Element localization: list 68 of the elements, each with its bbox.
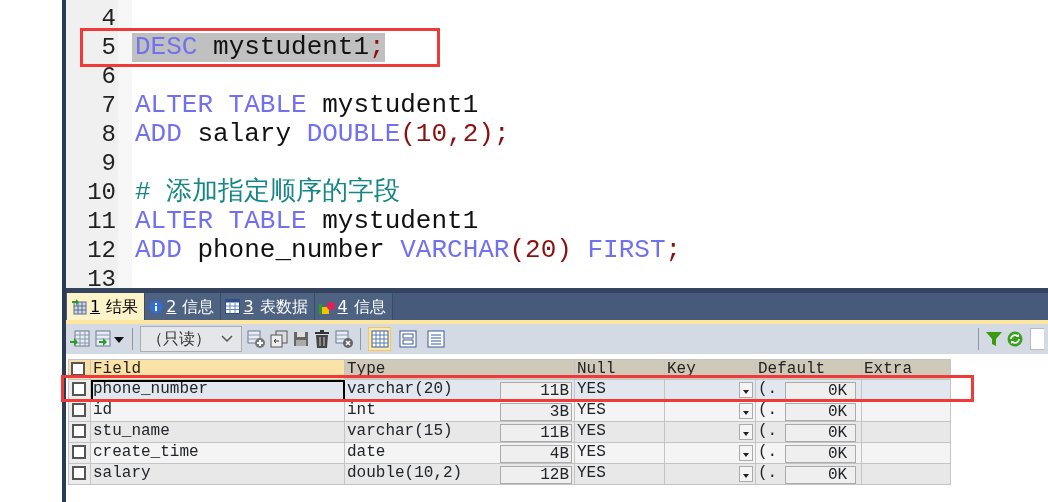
size-box: 0K: [785, 445, 857, 463]
dropdown-button[interactable]: [739, 466, 753, 482]
table-cell: varchar(20): [347, 381, 453, 400]
table-cell: varchar(15): [347, 423, 453, 442]
dropdown-button[interactable]: [739, 445, 753, 461]
result-tab[interactable]: 1 结果: [67, 293, 146, 320]
size-box: 0K: [785, 466, 857, 484]
size-box: 12B: [500, 466, 572, 484]
code-line: ALTER TABLE mystudent1: [134, 207, 479, 236]
result-tab[interactable]: 2 信息: [145, 293, 222, 320]
row-checkbox[interactable]: [72, 466, 86, 480]
dropdown-button[interactable]: [739, 403, 753, 419]
code-line: ADD phone_number VARCHAR(20) FIRST;: [134, 236, 682, 265]
dropdown-button[interactable]: [739, 382, 753, 398]
size-box: 4B: [500, 445, 572, 463]
refresh-icon[interactable]: [1007, 331, 1023, 347]
size-box: 11B: [500, 424, 572, 442]
table-cell: stu_name: [90, 421, 345, 443]
chevron-icon: [221, 335, 233, 343]
table-cell: int: [347, 402, 376, 421]
table-cell: create_time: [90, 442, 345, 464]
table-cell: (.: [758, 402, 778, 421]
code-line: # 添加指定顺序的字段: [134, 178, 401, 207]
delete-icon[interactable]: [314, 330, 330, 348]
form-view-button[interactable]: [396, 327, 419, 351]
select-all-checkbox[interactable]: [71, 362, 85, 376]
table-icon: [225, 299, 241, 314]
caret-icon: [743, 473, 749, 478]
info-icon: [149, 299, 164, 314]
size-box: 11B: [500, 382, 572, 400]
grid-arrow-icon: [71, 298, 87, 315]
code-line: ADD salary DOUBLE(10,2);: [134, 120, 510, 149]
row-checkbox[interactable]: [72, 382, 86, 396]
row-checkbox[interactable]: [72, 424, 86, 438]
mode-dropdown[interactable]: （只读）: [140, 326, 242, 352]
table-cell: (.: [758, 465, 778, 484]
caret-icon: [743, 410, 749, 415]
caret-icon: [743, 389, 749, 394]
row-checkbox[interactable]: [72, 445, 86, 459]
filter-icon[interactable]: [986, 331, 1002, 347]
save-icon[interactable]: [293, 331, 309, 347]
cancel-icon[interactable]: [335, 330, 353, 348]
caret-icon: [743, 452, 749, 457]
table-cell: double(10,2): [347, 465, 463, 484]
add-row-icon[interactable]: [247, 330, 265, 348]
grid-view-button[interactable]: [368, 327, 391, 351]
result-tab[interactable]: 3 表数据: [221, 293, 315, 320]
table-cell: (.: [758, 444, 778, 463]
table-cell: date: [347, 444, 386, 463]
copy-icon[interactable]: [270, 330, 288, 348]
caret-icon: [743, 431, 749, 436]
search-field[interactable]: [1030, 328, 1044, 350]
table-cell: (.: [758, 381, 778, 400]
table-cell: id: [90, 400, 345, 422]
row-checkbox[interactable]: [72, 403, 86, 417]
size-box: 0K: [785, 382, 857, 400]
dropdown-button[interactable]: [739, 424, 753, 440]
import-icon[interactable]: [95, 330, 125, 348]
table-cell: (.: [758, 423, 778, 442]
size-box: 3B: [500, 403, 572, 421]
size-box: 0K: [785, 424, 857, 442]
shapes-icon: [318, 299, 335, 314]
size-box: 0K: [785, 403, 857, 421]
text-view-button[interactable]: [424, 327, 447, 351]
export-icon[interactable]: [70, 330, 90, 348]
table-cell: salary: [90, 463, 345, 485]
code-line: ALTER TABLE mystudent1: [134, 91, 479, 120]
result-tab[interactable]: 4 信息: [314, 293, 393, 320]
